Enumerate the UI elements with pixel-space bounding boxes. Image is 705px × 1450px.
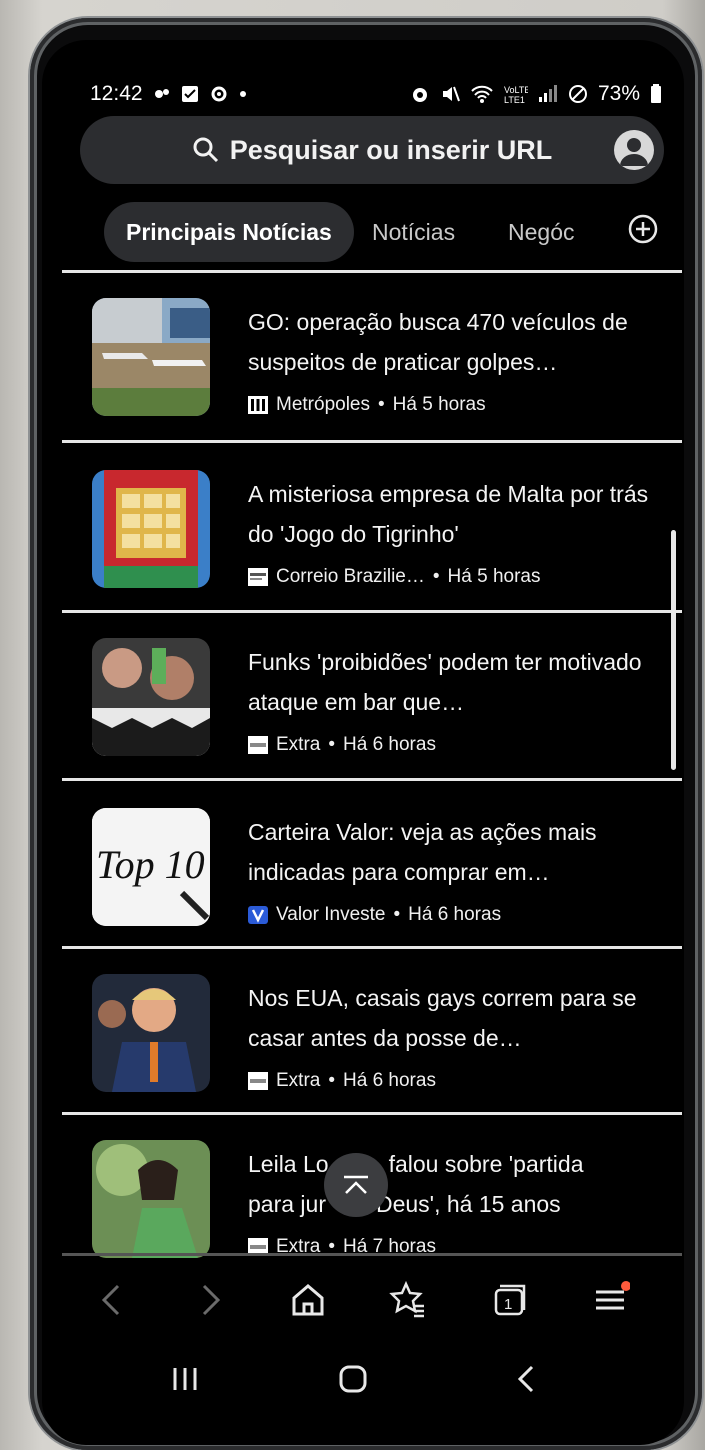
browser-screen: 12:42 VoLTE LTE1 73% Pesquisar ou inserir… — [42, 40, 684, 1445]
tab-noticias[interactable]: Notícias — [372, 202, 455, 262]
meta-separator: • — [328, 734, 336, 755]
news-title: Nos EUA, casais gays correm para se casa… — [248, 985, 637, 1051]
back-icon[interactable] — [92, 1280, 132, 1320]
tab-principais-noticias[interactable]: Principais Notícias — [104, 202, 354, 262]
news-thumbnail: Top 10 — [92, 808, 210, 926]
clock: 12:42 — [90, 82, 143, 105]
news-meta: Extra • Há 6 horas — [248, 1070, 436, 1092]
valor-investe-logo-icon — [248, 906, 268, 924]
news-thumbnail — [92, 298, 210, 416]
notification-icon — [154, 89, 169, 98]
svg-text:VoLTE: VoLTE — [504, 85, 528, 95]
svg-text:LTE1: LTE1 — [504, 95, 525, 104]
menu-icon[interactable] — [590, 1280, 630, 1320]
news-item[interactable]: Funks 'proibidões' podem ter motivado at… — [92, 638, 672, 768]
news-title: Leila Lo falou sobre 'partida para jur Deu… — [248, 1144, 678, 1224]
volte-icon: VoLTELTE1 — [504, 85, 528, 104]
news-thumbnail — [92, 638, 210, 756]
news-time: Há 6 horas — [343, 734, 436, 755]
title-part: Leila Lo — [248, 1151, 329, 1177]
alarm-icon — [412, 88, 427, 102]
battery-percent: 73% — [597, 82, 640, 105]
search-placeholder: Pesquisar ou inserir URL — [229, 134, 553, 165]
news-item[interactable]: Nos EUA, casais gays correm para se casa… — [92, 974, 672, 1104]
news-meta: Valor Investe • Há 6 horas — [248, 904, 501, 926]
mute-icon — [442, 86, 460, 102]
title-part: para jur — [248, 1191, 326, 1217]
news-time: Há 5 horas — [392, 394, 486, 415]
forward-icon[interactable] — [190, 1280, 230, 1320]
back-nav-icon[interactable] — [512, 1364, 542, 1394]
news-time: Há 6 horas — [408, 904, 502, 925]
news-source: Metrópoles — [276, 394, 370, 415]
no-disturb-icon — [568, 85, 587, 103]
search-icon — [193, 137, 218, 163]
news-meta: Metrópoles • Há 5 horas — [248, 394, 486, 416]
meta-separator: • — [393, 904, 401, 925]
home-icon[interactable] — [288, 1280, 328, 1320]
gear-icon — [211, 86, 227, 102]
title-part: Deus', há 15 anos — [375, 1191, 561, 1217]
recent-apps-icon[interactable] — [170, 1364, 200, 1394]
check-box-icon — [181, 86, 198, 102]
divider — [62, 778, 682, 781]
news-source: Valor Investe — [276, 904, 386, 925]
news-tabs: Principais Notícias Notícias Negóc — [104, 202, 664, 262]
system-nav-bar — [62, 1340, 662, 1420]
news-item[interactable]: A misteriosa empresa de Malta por trás d… — [92, 470, 672, 600]
news-meta: Extra • Há 6 horas — [248, 734, 436, 756]
wifi-icon — [471, 85, 493, 103]
tabs-icon[interactable]: 1 — [490, 1280, 530, 1320]
bookmark-star-icon[interactable] — [388, 1280, 428, 1320]
news-item[interactable]: GO: operação busca 470 veículos de suspe… — [92, 298, 672, 428]
title-part: falou sobre 'partida — [388, 1151, 584, 1177]
news-time: Há 6 horas — [343, 1070, 436, 1091]
divider — [62, 946, 682, 949]
divider — [62, 1253, 682, 1256]
news-title: Funks 'proibidões' podem ter motivado at… — [248, 649, 642, 715]
divider — [62, 270, 682, 273]
home-nav-icon[interactable] — [338, 1364, 368, 1394]
extra-logo-icon — [248, 1072, 268, 1090]
tab-negocios[interactable]: Negóc — [508, 202, 574, 262]
news-thumbnail — [92, 974, 210, 1092]
search-input[interactable]: Pesquisar ou inserir URL — [80, 116, 664, 184]
status-bar: 12:42 VoLTE LTE1 73% — [90, 76, 662, 112]
meta-separator: • — [328, 1070, 336, 1091]
scroll-to-top-button[interactable] — [324, 1153, 388, 1217]
meta-separator: • — [432, 566, 440, 587]
svg-text:1: 1 — [504, 1296, 512, 1313]
news-thumbnail — [92, 470, 210, 588]
divider — [62, 440, 682, 443]
divider — [62, 610, 682, 613]
news-title: Carteira Valor: veja as ações mais indic… — [248, 819, 597, 885]
news-item[interactable]: Top 10 Carteira Valor: veja as ações mai… — [92, 808, 672, 938]
battery-icon — [651, 84, 661, 103]
add-tab-icon[interactable] — [628, 214, 658, 244]
news-source: Extra — [276, 1070, 321, 1091]
dot-icon — [239, 91, 246, 97]
news-title: GO: operação busca 470 veículos de suspe… — [248, 309, 628, 375]
correio-logo-icon — [248, 568, 268, 586]
news-meta: Correio Brazilie… • Há 5 horas — [248, 566, 540, 588]
news-source: Extra — [276, 734, 321, 755]
thumb-top-text: Top 10 — [96, 842, 205, 887]
news-title: A misteriosa empresa de Malta por trás d… — [248, 481, 649, 547]
signal-icon — [538, 85, 557, 102]
scrollbar[interactable] — [671, 530, 676, 770]
meta-separator: • — [378, 394, 385, 415]
extra-logo-icon — [248, 736, 268, 754]
news-time: Há 5 horas — [447, 566, 541, 587]
divider — [62, 1112, 682, 1115]
metropoles-logo-icon — [248, 396, 268, 414]
browser-toolbar: 1 — [62, 1262, 662, 1332]
news-thumbnail — [92, 1140, 210, 1258]
profile-avatar-icon[interactable] — [614, 130, 654, 170]
news-source: Correio Brazilie… — [276, 566, 425, 587]
chevron-up-icon — [344, 1175, 368, 1194]
news-item[interactable]: Leila Lo falou sobre 'partida para jur Deu… — [92, 1140, 672, 1270]
